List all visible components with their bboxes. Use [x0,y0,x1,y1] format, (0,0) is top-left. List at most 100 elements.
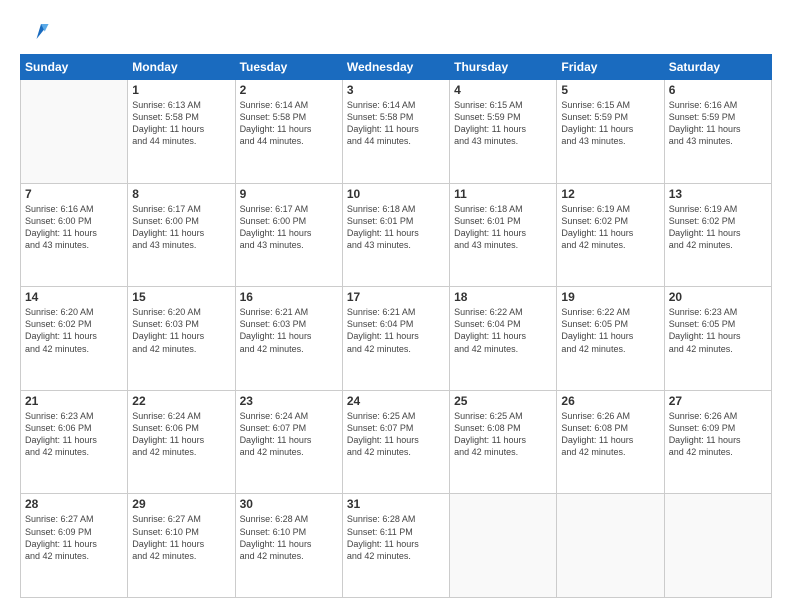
calendar-cell: 14 Sunrise: 6:20 AM Sunset: 6:02 PM Dayli… [21,287,128,391]
day-info: Sunrise: 6:16 AM Sunset: 5:59 PM Dayligh… [669,99,767,148]
day-info: Sunrise: 6:26 AM Sunset: 6:08 PM Dayligh… [561,410,659,459]
day-info: Sunrise: 6:18 AM Sunset: 6:01 PM Dayligh… [347,203,445,252]
day-info: Sunrise: 6:22 AM Sunset: 6:05 PM Dayligh… [561,306,659,355]
calendar-cell: 24 Sunrise: 6:25 AM Sunset: 6:07 PM Dayli… [342,390,449,494]
day-info: Sunrise: 6:13 AM Sunset: 5:58 PM Dayligh… [132,99,230,148]
day-info: Sunrise: 6:23 AM Sunset: 6:05 PM Dayligh… [669,306,767,355]
day-info: Sunrise: 6:28 AM Sunset: 6:10 PM Dayligh… [240,513,338,562]
calendar-cell: 20 Sunrise: 6:23 AM Sunset: 6:05 PM Dayli… [664,287,771,391]
calendar-cell: 6 Sunrise: 6:16 AM Sunset: 5:59 PM Daylig… [664,80,771,184]
day-number: 6 [669,83,767,97]
day-info: Sunrise: 6:28 AM Sunset: 6:11 PM Dayligh… [347,513,445,562]
calendar-cell: 5Sunrise: 6:15 AM Sunset: 5:59 PM Daylig… [557,80,664,184]
header [20,18,772,48]
calendar-cell: 11 Sunrise: 6:18 AM Sunset: 6:01 PM Dayli… [450,183,557,287]
logo-icon [20,18,50,48]
calendar-cell: 4 Sunrise: 6:15 AM Sunset: 5:59 PM Daylig… [450,80,557,184]
day-info: Sunrise: 6:19 AM Sunset: 6:02 PM Dayligh… [669,203,767,252]
day-info: Sunrise: 6:17 AM Sunset: 6:00 PM Dayligh… [132,203,230,252]
day-number: 14 [25,290,123,304]
calendar-cell: 16 Sunrise: 6:21 AM Sunset: 6:03 PM Dayli… [235,287,342,391]
day-number: 19 [561,290,659,304]
day-number: 22 [132,394,230,408]
calendar-cell: 27Sunrise: 6:26 AM Sunset: 6:09 PM Dayli… [664,390,771,494]
calendar-cell: 10 Sunrise: 6:18 AM Sunset: 6:01 PM Dayli… [342,183,449,287]
col-header-tuesday: Tuesday [235,55,342,80]
calendar-cell: 8 Sunrise: 6:17 AM Sunset: 6:00 PM Daylig… [128,183,235,287]
calendar-cell: 9 Sunrise: 6:17 AM Sunset: 6:00 PM Daylig… [235,183,342,287]
day-info: Sunrise: 6:18 AM Sunset: 6:01 PM Dayligh… [454,203,552,252]
calendar-cell: 19 Sunrise: 6:22 AM Sunset: 6:05 PM Dayli… [557,287,664,391]
day-number: 1 [132,83,230,97]
calendar-cell: 25 Sunrise: 6:25 AM Sunset: 6:08 PM Dayli… [450,390,557,494]
calendar-cell [21,80,128,184]
day-info: Sunrise: 6:14 AM Sunset: 5:58 PM Dayligh… [347,99,445,148]
calendar-cell: 3 Sunrise: 6:14 AM Sunset: 5:58 PM Daylig… [342,80,449,184]
day-number: 24 [347,394,445,408]
col-header-sunday: Sunday [21,55,128,80]
day-info: Sunrise: 6:24 AM Sunset: 6:06 PM Dayligh… [132,410,230,459]
day-info: Sunrise: 6:15 AM Sunset: 5:59 PM Dayligh… [454,99,552,148]
day-number: 25 [454,394,552,408]
day-info: Sunrise: 6:20 AM Sunset: 6:02 PM Dayligh… [25,306,123,355]
day-number: 10 [347,187,445,201]
day-number: 9 [240,187,338,201]
day-number: 2 [240,83,338,97]
calendar-cell: 22 Sunrise: 6:24 AM Sunset: 6:06 PM Dayli… [128,390,235,494]
day-number: 28 [25,497,123,511]
day-number: 16 [240,290,338,304]
calendar-cell: 17 Sunrise: 6:21 AM Sunset: 6:04 PM Dayli… [342,287,449,391]
week-row-2: 7 Sunrise: 6:16 AM Sunset: 6:00 PM Daylig… [21,183,772,287]
day-number: 21 [25,394,123,408]
week-row-5: 28Sunrise: 6:27 AM Sunset: 6:09 PM Dayli… [21,494,772,598]
day-number: 3 [347,83,445,97]
day-info: Sunrise: 6:26 AM Sunset: 6:09 PM Dayligh… [669,410,767,459]
week-row-1: 1 Sunrise: 6:13 AM Sunset: 5:58 PM Daylig… [21,80,772,184]
calendar-cell: 23 Sunrise: 6:24 AM Sunset: 6:07 PM Dayli… [235,390,342,494]
day-number: 17 [347,290,445,304]
day-info: Sunrise: 6:16 AM Sunset: 6:00 PM Dayligh… [25,203,123,252]
day-number: 7 [25,187,123,201]
week-row-3: 14 Sunrise: 6:20 AM Sunset: 6:02 PM Dayli… [21,287,772,391]
page: SundayMondayTuesdayWednesdayThursdayFrid… [0,0,792,612]
calendar-cell: 1 Sunrise: 6:13 AM Sunset: 5:58 PM Daylig… [128,80,235,184]
calendar-cell: 18Sunrise: 6:22 AM Sunset: 6:04 PM Dayli… [450,287,557,391]
col-header-monday: Monday [128,55,235,80]
day-info: Sunrise: 6:14 AM Sunset: 5:58 PM Dayligh… [240,99,338,148]
day-number: 8 [132,187,230,201]
day-info: Sunrise: 6:21 AM Sunset: 6:03 PM Dayligh… [240,306,338,355]
day-info: Sunrise: 6:25 AM Sunset: 6:08 PM Dayligh… [454,410,552,459]
calendar-cell: 2 Sunrise: 6:14 AM Sunset: 5:58 PM Daylig… [235,80,342,184]
day-info: Sunrise: 6:27 AM Sunset: 6:10 PM Dayligh… [132,513,230,562]
day-info: Sunrise: 6:21 AM Sunset: 6:04 PM Dayligh… [347,306,445,355]
col-header-wednesday: Wednesday [342,55,449,80]
day-number: 29 [132,497,230,511]
logo [20,18,54,48]
day-number: 23 [240,394,338,408]
col-header-thursday: Thursday [450,55,557,80]
calendar-cell: 26Sunrise: 6:26 AM Sunset: 6:08 PM Dayli… [557,390,664,494]
calendar-cell: 7 Sunrise: 6:16 AM Sunset: 6:00 PM Daylig… [21,183,128,287]
calendar-cell: 29 Sunrise: 6:27 AM Sunset: 6:10 PM Dayli… [128,494,235,598]
week-row-4: 21 Sunrise: 6:23 AM Sunset: 6:06 PM Dayli… [21,390,772,494]
day-info: Sunrise: 6:15 AM Sunset: 5:59 PM Dayligh… [561,99,659,148]
day-info: Sunrise: 6:17 AM Sunset: 6:00 PM Dayligh… [240,203,338,252]
day-info: Sunrise: 6:19 AM Sunset: 6:02 PM Dayligh… [561,203,659,252]
day-number: 11 [454,187,552,201]
col-header-saturday: Saturday [664,55,771,80]
calendar-cell [450,494,557,598]
day-number: 20 [669,290,767,304]
day-info: Sunrise: 6:24 AM Sunset: 6:07 PM Dayligh… [240,410,338,459]
calendar-cell: 31Sunrise: 6:28 AM Sunset: 6:11 PM Dayli… [342,494,449,598]
calendar-cell: 12Sunrise: 6:19 AM Sunset: 6:02 PM Dayli… [557,183,664,287]
day-info: Sunrise: 6:22 AM Sunset: 6:04 PM Dayligh… [454,306,552,355]
day-number: 4 [454,83,552,97]
day-info: Sunrise: 6:23 AM Sunset: 6:06 PM Dayligh… [25,410,123,459]
day-number: 30 [240,497,338,511]
calendar-cell: 21 Sunrise: 6:23 AM Sunset: 6:06 PM Dayli… [21,390,128,494]
calendar-table: SundayMondayTuesdayWednesdayThursdayFrid… [20,54,772,598]
day-info: Sunrise: 6:25 AM Sunset: 6:07 PM Dayligh… [347,410,445,459]
col-header-friday: Friday [557,55,664,80]
calendar-cell [664,494,771,598]
calendar-header-row: SundayMondayTuesdayWednesdayThursdayFrid… [21,55,772,80]
